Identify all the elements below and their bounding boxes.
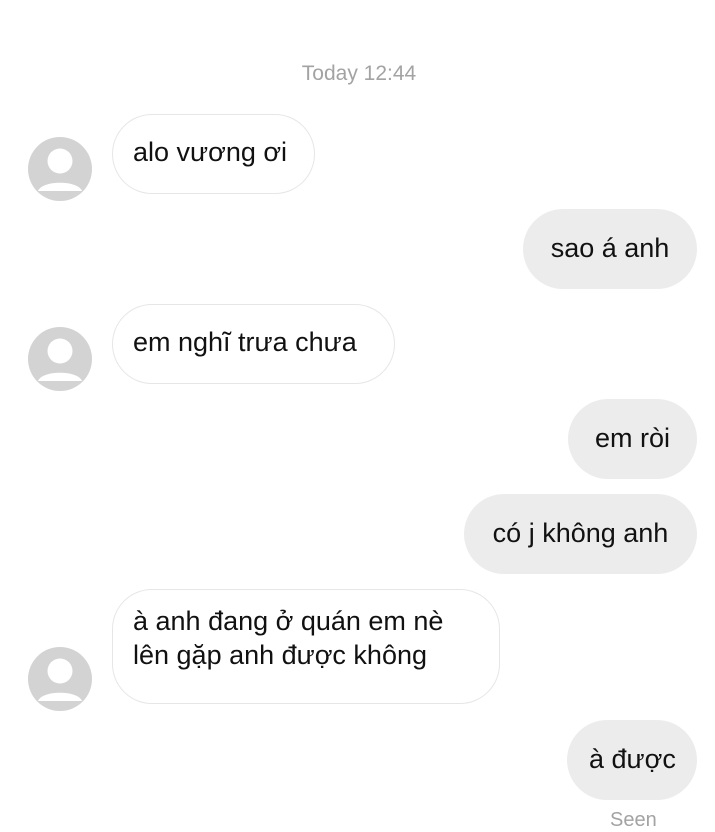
message-text: sao á anh [550,233,670,263]
message-bubble-incoming[interactable]: à anh đang ở quán em nè lên gặp anh được… [112,589,500,704]
message-bubble-incoming[interactable]: alo vương ơi [112,114,315,194]
sender-avatar[interactable] [28,647,92,711]
seen-status: Seen [610,809,657,831]
message-bubble-outgoing[interactable]: em ròi [568,399,697,479]
conversation-timestamp: Today 12:44 [301,62,417,85]
message-text-line: lên gặp anh được không [133,640,427,670]
message-text: có j không anh [492,518,669,548]
message-text: à được [589,744,676,774]
default-user-avatar-icon [38,658,82,701]
default-user-avatar-icon [38,148,82,191]
default-user-avatar-icon [38,338,82,381]
message-bubble-outgoing[interactable]: sao á anh [523,209,697,289]
message-text-line: à anh đang ở quán em nè [133,606,444,636]
chat-screen: Today 12:44 alo vương ơi sao á anh em ng… [0,0,715,832]
message-bubble-incoming[interactable]: em nghĩ trưa chưa [112,304,395,384]
sender-avatar[interactable] [28,137,92,201]
message-bubble-outgoing[interactable]: à được [567,720,697,800]
message-text: em ròi [594,423,670,453]
message-text: alo vương ơi [133,137,288,167]
message-text: em nghĩ trưa chưa [133,327,357,357]
sender-avatar[interactable] [28,327,92,391]
message-bubble-outgoing[interactable]: có j không anh [464,494,697,574]
